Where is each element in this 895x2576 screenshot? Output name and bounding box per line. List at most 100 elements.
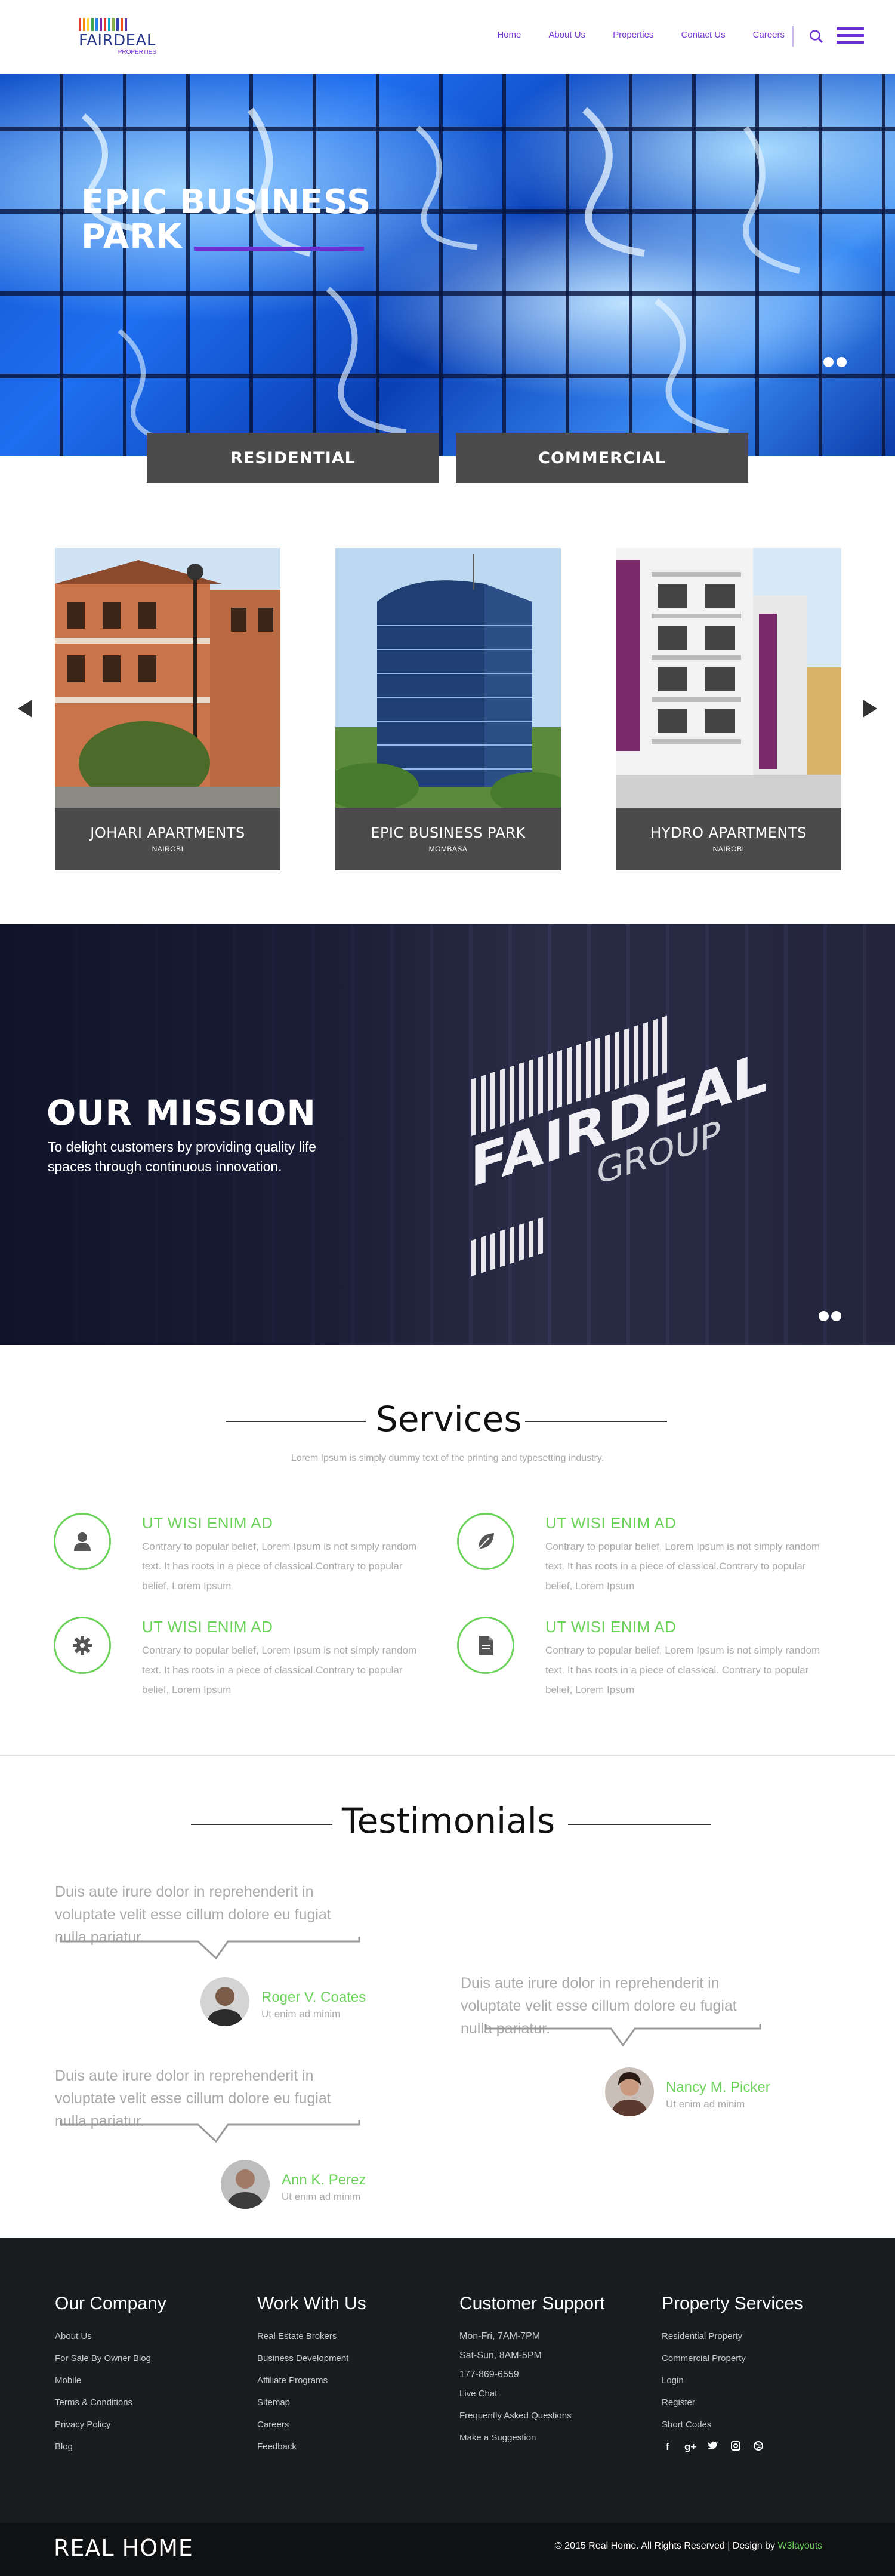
property-caption-1: JOHARI APARTMENTS NAIROBI xyxy=(55,808,280,870)
hamburger-menu-icon[interactable] xyxy=(837,27,864,45)
mission-slider-dots xyxy=(819,1311,841,1321)
twitter-icon[interactable] xyxy=(707,2441,719,2454)
nav-about-us[interactable]: About Us xyxy=(548,30,585,40)
hero-dot-1[interactable] xyxy=(823,357,834,367)
nav-home[interactable]: Home xyxy=(497,30,521,40)
footer-link-login[interactable]: Login xyxy=(662,2375,841,2387)
search-icon[interactable] xyxy=(808,29,824,44)
footer-heading: Work With Us xyxy=(257,2294,366,2313)
site-logo[interactable]: FAIRDEAL PROPERTIES xyxy=(79,18,156,61)
footer-link-careers[interactable]: Careers xyxy=(257,2419,436,2431)
services-line-right xyxy=(525,1421,667,1422)
logo-bar xyxy=(100,18,102,31)
mission-dot-2[interactable] xyxy=(831,1311,841,1321)
footer-link-live-chat[interactable]: Live Chat xyxy=(459,2388,638,2400)
instagram-icon[interactable] xyxy=(730,2441,742,2454)
logo-bar xyxy=(87,18,90,31)
testimonial-name: Ann K. Perez xyxy=(282,2172,366,2188)
logo-bar xyxy=(112,18,115,31)
carousel-prev-arrow-icon[interactable] xyxy=(18,700,32,718)
site-header: FAIRDEAL PROPERTIES Home About Us Proper… xyxy=(0,0,895,74)
dribbble-icon[interactable] xyxy=(752,2441,764,2454)
service-title: UT WISI ENIM AD xyxy=(142,1514,273,1532)
property-city: MOMBASA xyxy=(428,845,468,853)
footer-link-brokers[interactable]: Real Estate Brokers xyxy=(257,2331,436,2343)
carousel-next-arrow-icon[interactable] xyxy=(863,700,877,718)
residential-tab[interactable]: RESIDENTIAL xyxy=(147,433,439,483)
testimonial-role: Ut enim ad minim xyxy=(261,2008,341,2020)
footer-heading: Customer Support xyxy=(459,2294,605,2313)
footer-link-commercial[interactable]: Commercial Property xyxy=(662,2353,841,2365)
nav-divider xyxy=(792,26,794,47)
footer-link-suggestion[interactable]: Make a Suggestion xyxy=(459,2432,638,2444)
nav-properties[interactable]: Properties xyxy=(613,30,653,40)
footer-link-register[interactable]: Register xyxy=(662,2397,841,2409)
quote-bubble-3 xyxy=(60,2120,360,2143)
service-text: Contrary to popular belief, Lorem Ipsum … xyxy=(545,1541,820,1592)
quote-bubble-2 xyxy=(484,2024,761,2046)
hero-dot-2[interactable] xyxy=(837,357,847,367)
property-card-1[interactable]: JOHARI APARTMENTS NAIROBI xyxy=(55,548,280,870)
avatar xyxy=(605,2067,654,2116)
logo-bar xyxy=(116,18,119,31)
designer-link[interactable]: W3layouts xyxy=(777,2541,822,2551)
property-caption-2: EPIC BUSINESS PARK MOMBASA xyxy=(335,808,561,870)
footer-link-affiliate[interactable]: Affiliate Programs xyxy=(257,2375,436,2387)
footer-link-business-development[interactable]: Business Development xyxy=(257,2353,436,2365)
mission-dot-1[interactable] xyxy=(819,1311,829,1321)
footer-link-mobile[interactable]: Mobile xyxy=(55,2375,234,2387)
copyright-text: © 2015 Real Home. All Rights Reserved | … xyxy=(555,2541,822,2552)
testimonial-role: Ut enim ad minim xyxy=(282,2191,361,2202)
copyright-prefix: © 2015 Real Home. All Rights Reserved | … xyxy=(555,2541,778,2551)
services-line-left xyxy=(226,1421,366,1422)
footer-heading: Our Company xyxy=(55,2294,166,2313)
testimonial-role: Ut enim ad minim xyxy=(666,2098,745,2110)
property-caption-3: HYDRO APARTMENTS NAIROBI xyxy=(616,808,841,870)
hero-title-line1: EPIC BUSINESS xyxy=(81,183,372,221)
footer-col-work-with-us: Work With Us Real Estate Brokers Busines… xyxy=(257,2294,436,2463)
nav-contact-us[interactable]: Contact Us xyxy=(681,30,725,40)
facebook-icon[interactable]: f xyxy=(662,2441,674,2454)
testimonials-line-right xyxy=(568,1824,711,1825)
services-subtitle: Lorem Ipsum is simply dummy text of the … xyxy=(291,1453,604,1463)
footer-link-privacy[interactable]: Privacy Policy xyxy=(55,2419,234,2431)
quote-bubble-1 xyxy=(60,1937,360,1959)
logo-bar xyxy=(121,18,123,31)
property-photo-2 xyxy=(335,548,561,808)
property-city: NAIROBI xyxy=(152,845,184,853)
hero-title-underline xyxy=(194,247,364,251)
property-photo-3 xyxy=(616,548,841,808)
footer-link-feedback[interactable]: Feedback xyxy=(257,2441,436,2453)
footer-link-sitemap[interactable]: Sitemap xyxy=(257,2397,436,2409)
footer-link-residential[interactable]: Residential Property xyxy=(662,2331,841,2343)
footer-link-terms[interactable]: Terms & Conditions xyxy=(55,2397,234,2409)
user-icon xyxy=(54,1513,111,1570)
property-photo-1 xyxy=(55,548,280,808)
support-hours-weekend: Sat-Sun, 8AM-5PM xyxy=(459,2350,542,2360)
nav-careers[interactable]: Careers xyxy=(753,30,785,40)
logo-color-bars xyxy=(79,18,156,31)
google-plus-icon[interactable]: g+ xyxy=(684,2441,696,2454)
property-card-3[interactable]: HYDRO APARTMENTS NAIROBI xyxy=(616,548,841,870)
commercial-tab[interactable]: COMMERCIAL xyxy=(456,433,748,483)
footer-link-short-codes[interactable]: Short Codes xyxy=(662,2419,841,2431)
main-nav: Home About Us Properties Contact Us Care… xyxy=(497,30,785,40)
property-card-2[interactable]: EPIC BUSINESS PARK MOMBASA xyxy=(335,548,561,870)
logo-bar xyxy=(91,18,94,31)
footer-link-about-us[interactable]: About Us xyxy=(55,2331,234,2343)
services-title: Services xyxy=(376,1399,522,1439)
mission-text: To delight customers by providing qualit… xyxy=(48,1139,317,1174)
footer-col-customer-support: Customer Support Mon-Fri, 7AM-7PM Sat-Su… xyxy=(459,2294,638,2454)
footer-link-fsbo-blog[interactable]: For Sale By Owner Blog xyxy=(55,2353,234,2365)
support-hours-weekday: Mon-Fri, 7AM-7PM xyxy=(459,2331,541,2341)
service-title: UT WISI ENIM AD xyxy=(545,1514,677,1532)
footer-col-our-company: Our Company About Us For Sale By Owner B… xyxy=(55,2294,234,2463)
footer-link-faq[interactable]: Frequently Asked Questions xyxy=(459,2410,638,2422)
logo-subtitle: PROPERTIES xyxy=(118,49,156,56)
footer-link-blog[interactable]: Blog xyxy=(55,2441,234,2453)
support-phone[interactable]: 177-869-6559 xyxy=(459,2369,638,2381)
footer-brand[interactable]: REAL HOME xyxy=(54,2535,193,2561)
service-title: UT WISI ENIM AD xyxy=(545,1618,677,1636)
hero-title: EPIC BUSINESS PARK xyxy=(81,185,391,254)
property-name: HYDRO APARTMENTS xyxy=(650,824,807,841)
